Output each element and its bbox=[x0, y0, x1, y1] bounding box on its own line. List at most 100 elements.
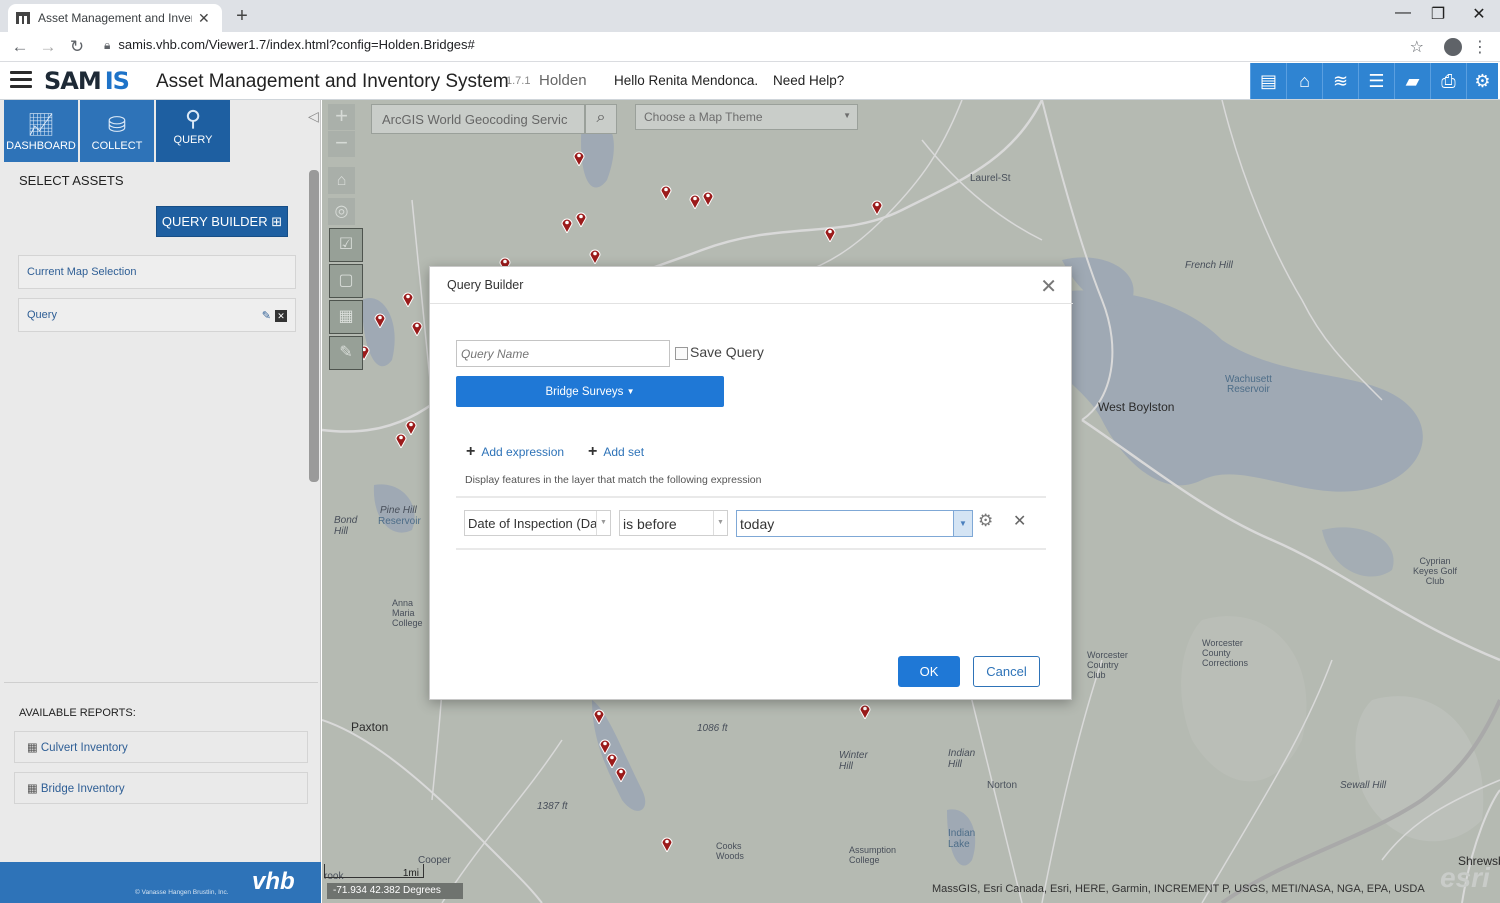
app-header: SAM IS Asset Management and Inventory Sys… bbox=[0, 63, 1500, 100]
browser-menu-icon[interactable]: ⋮ bbox=[1472, 37, 1488, 57]
map-label: Reservoir bbox=[1227, 384, 1270, 395]
bridge-pin-icon[interactable] bbox=[402, 291, 414, 307]
locate-icon[interactable]: ◎ bbox=[328, 198, 355, 225]
bridge-pin-icon[interactable] bbox=[615, 766, 627, 782]
restore-icon[interactable]: ❐ bbox=[1418, 4, 1458, 24]
collapse-panel-icon[interactable]: ◁ bbox=[308, 108, 319, 125]
tab-collect[interactable]: ⛁ COLLECT bbox=[80, 100, 154, 162]
minimize-icon[interactable]: — bbox=[1383, 4, 1423, 22]
home-extent-icon[interactable]: ⌂ bbox=[328, 167, 355, 194]
bridge-pin-icon[interactable] bbox=[589, 248, 601, 264]
bridge-pin-icon[interactable] bbox=[660, 184, 672, 200]
select-box-icon[interactable]: ▢ bbox=[329, 264, 363, 298]
account-icon[interactable] bbox=[1444, 38, 1462, 56]
bookmark-star-icon[interactable]: ☆ bbox=[1410, 37, 1424, 57]
tab-dashboard[interactable]: 📈︎ DASHBOARD bbox=[4, 100, 78, 162]
chevron-down-icon[interactable]: ▼ bbox=[953, 511, 972, 536]
print-icon[interactable]: ⎙ bbox=[1430, 63, 1466, 99]
chevron-down-icon: ▼ bbox=[843, 111, 851, 120]
geocode-search-input[interactable]: ArcGIS World Geocoding Servic bbox=[371, 104, 585, 134]
select-tool-icon[interactable]: ☑ bbox=[329, 228, 363, 262]
add-set-link[interactable]: + Add set bbox=[588, 443, 644, 461]
dialog-title: Query Builder bbox=[447, 278, 524, 292]
zoom-out-button[interactable]: − bbox=[328, 131, 355, 157]
bridge-pin-icon[interactable] bbox=[593, 708, 605, 724]
app-title: Asset Management and Inventory System bbox=[156, 71, 509, 92]
map-label: Reservoir bbox=[378, 516, 421, 527]
scale-bar: 1mi bbox=[324, 864, 424, 879]
ok-button[interactable]: OK bbox=[898, 656, 960, 687]
plus-icon: + bbox=[588, 443, 598, 460]
sam-is-logo: SAM IS bbox=[44, 67, 130, 95]
mode-tabs: 📈︎ DASHBOARD ⛁ COLLECT ⚲ QUERY bbox=[4, 100, 232, 162]
map-attribution: MassGIS, Esri Canada, Esri, HERE, Garmin… bbox=[932, 883, 1425, 895]
report-icon[interactable]: ▤ bbox=[1250, 63, 1286, 99]
grid-tool-icon[interactable]: ▦ bbox=[329, 300, 363, 334]
chevron-down-icon: ▼ bbox=[713, 511, 727, 535]
bridge-pin-icon[interactable] bbox=[689, 193, 701, 209]
gear-icon[interactable]: ⚙ bbox=[978, 511, 993, 531]
report-culvert-inventory[interactable]: ▦ Culvert Inventory bbox=[14, 731, 308, 763]
map-label: Cyprian Keyes Golf Club bbox=[1412, 556, 1458, 586]
save-query-checkbox[interactable] bbox=[675, 347, 688, 360]
reload-icon[interactable]: ↻ bbox=[67, 37, 87, 57]
bridge-pin-icon[interactable] bbox=[871, 199, 883, 215]
url-text: samis.vhb.com/Viewer1.7/index.html?confi… bbox=[118, 37, 475, 52]
search-icon[interactable]: ⌕ bbox=[585, 104, 617, 134]
bridge-pin-icon[interactable] bbox=[575, 211, 587, 227]
query-builder-button[interactable]: QUERY BUILDER ⊞ bbox=[156, 206, 288, 237]
map-label: Paxton bbox=[351, 720, 389, 734]
value-combobox[interactable]: today ▼ bbox=[736, 510, 973, 537]
map-label: Norton bbox=[987, 780, 1018, 791]
add-expression-link[interactable]: + Add expression bbox=[466, 443, 564, 461]
report-icon: ▦ bbox=[27, 783, 38, 795]
close-window-icon[interactable]: ✕ bbox=[1459, 4, 1499, 24]
report-bridge-inventory[interactable]: ▦ Bridge Inventory bbox=[14, 772, 308, 804]
query-item[interactable]: Query ✎ ✕ bbox=[18, 298, 296, 332]
header-toolbar: ▤ ⌂ ≋ ☰ ▰ ⎙ ⚙ bbox=[1250, 63, 1498, 99]
browser-tab[interactable]: Asset Management and Inventor ✕ bbox=[8, 4, 222, 32]
close-tab-icon[interactable]: ✕ bbox=[198, 10, 210, 27]
remove-expression-icon[interactable]: ✕ bbox=[1013, 511, 1026, 531]
hamburger-menu-icon[interactable] bbox=[10, 71, 32, 89]
layer-dropdown-button[interactable]: Bridge Surveys ▼ bbox=[456, 376, 724, 407]
coordinate-readout: -71.934 42.382 Degrees bbox=[327, 883, 463, 899]
bridge-pin-icon[interactable] bbox=[824, 226, 836, 242]
map-label: Assumption College bbox=[849, 845, 897, 865]
new-tab-button[interactable]: + bbox=[232, 5, 252, 28]
bridge-pin-icon[interactable] bbox=[395, 432, 407, 448]
graduation-cap-icon[interactable]: ▰ bbox=[1394, 63, 1430, 99]
bridge-pin-icon[interactable] bbox=[561, 217, 573, 233]
home-icon[interactable]: ⌂ bbox=[1286, 63, 1322, 99]
help-link[interactable]: Need Help? bbox=[773, 73, 844, 88]
bridge-pin-icon[interactable] bbox=[374, 312, 386, 328]
bridge-pin-icon[interactable] bbox=[661, 836, 673, 852]
delete-icon[interactable]: ✕ bbox=[275, 310, 287, 322]
url-field[interactable]: 🔒︎ samis.vhb.com/Viewer1.7/index.html?con… bbox=[104, 37, 475, 53]
forward-icon[interactable]: → bbox=[38, 37, 58, 57]
field-select[interactable]: Date of Inspection (Da ▼ bbox=[464, 510, 611, 536]
query-name-input[interactable] bbox=[456, 340, 670, 367]
map-label: Cooks Woods bbox=[716, 841, 744, 861]
bridge-pin-icon[interactable] bbox=[411, 320, 423, 336]
measure-icon[interactable]: ✎ bbox=[329, 336, 363, 370]
bridge-pin-icon[interactable] bbox=[859, 703, 871, 719]
list-icon[interactable]: ☰ bbox=[1358, 63, 1394, 99]
binoculars-icon: ⚲ bbox=[184, 106, 202, 131]
map-theme-select[interactable]: Choose a Map Theme ▼ bbox=[635, 104, 858, 130]
current-map-selection-item[interactable]: Current Map Selection bbox=[18, 255, 296, 289]
bridge-pin-icon[interactable] bbox=[573, 150, 585, 166]
bridge-pin-icon[interactable] bbox=[702, 190, 714, 206]
close-icon[interactable]: ✕ bbox=[1040, 274, 1057, 299]
gear-icon[interactable]: ⚙ bbox=[1466, 63, 1498, 99]
zoom-in-button[interactable]: + bbox=[328, 104, 355, 130]
tab-query[interactable]: ⚲ QUERY bbox=[156, 100, 230, 162]
panel-scrollbar[interactable] bbox=[309, 170, 319, 482]
expression-description: Display features in the layer that match… bbox=[465, 474, 762, 486]
lock-icon: 🔒︎ bbox=[104, 38, 111, 52]
layers-icon[interactable]: ≋ bbox=[1322, 63, 1358, 99]
back-icon[interactable]: ← bbox=[10, 37, 30, 57]
edit-icon[interactable]: ✎ bbox=[262, 310, 271, 322]
operator-select[interactable]: is before ▼ bbox=[619, 510, 728, 536]
cancel-button[interactable]: Cancel bbox=[973, 656, 1040, 687]
